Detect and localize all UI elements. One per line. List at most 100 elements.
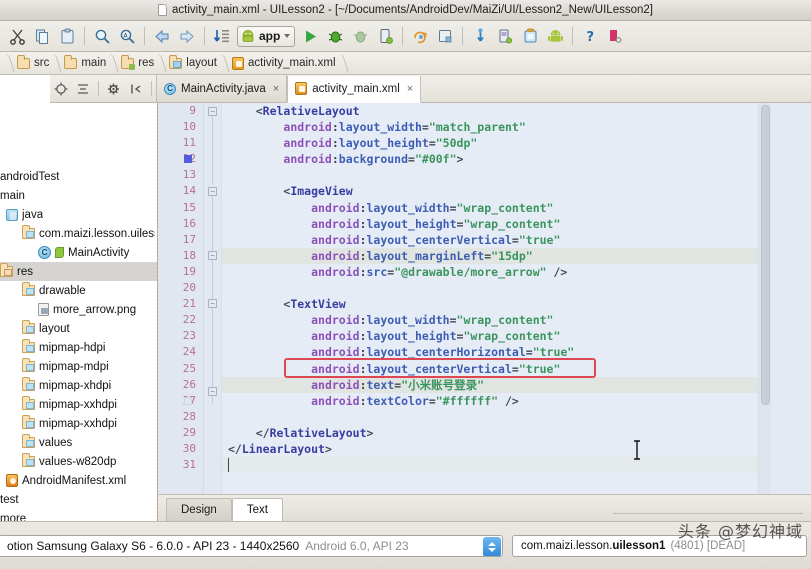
toolbar-separator [84, 27, 85, 45]
breakpoint-marker[interactable] [184, 155, 192, 164]
code-line[interactable]: android:layout_width="wrap_content" [222, 312, 758, 328]
tree-node-layout[interactable]: layout [0, 319, 157, 338]
code-line[interactable]: <ImageView [222, 183, 758, 199]
code-line[interactable]: android:layout_width="match_parent" [222, 119, 758, 135]
sync-button[interactable] [210, 24, 234, 48]
chevron-down-icon[interactable] [284, 34, 291, 38]
code-line[interactable] [222, 409, 758, 425]
editor-fold-bar[interactable]: − − − − − [204, 103, 222, 494]
code-line[interactable]: android:textColor="#ffffff" /> [222, 393, 758, 409]
code-line[interactable]: android:layout_marginLeft="15dp" [222, 247, 758, 264]
breadcrumb-item-main[interactable]: main [58, 52, 115, 74]
tab-text[interactable]: Text [231, 498, 283, 521]
breadcrumb-item-src[interactable]: src [11, 52, 58, 74]
code-line[interactable]: </RelativeLayout> [222, 425, 758, 441]
code-line[interactable]: android:background="#00f"> [222, 151, 758, 167]
fold-collapse-icon[interactable]: − [208, 251, 217, 260]
fold-collapse-icon[interactable]: − [208, 387, 217, 396]
tree-node-more[interactable]: more [0, 509, 157, 522]
layout-folder-icon [169, 54, 183, 69]
tab-mainactivity-java[interactable]: C MainActivity.java × [156, 75, 288, 102]
text-cursor-icon [634, 440, 640, 460]
code-line[interactable] [222, 457, 758, 474]
tree-node-values-w820dp[interactable]: values-w820dp [0, 452, 157, 471]
fold-collapse-icon[interactable]: − [208, 187, 217, 196]
gear-icon[interactable] [103, 78, 125, 100]
code-line[interactable]: <TextView [222, 296, 758, 312]
hide-panel-icon[interactable] [125, 78, 147, 100]
forward-button[interactable] [175, 24, 199, 48]
code-line[interactable]: android:layout_centerVertical="true" [222, 232, 758, 248]
back-button[interactable] [150, 24, 174, 48]
attach-debugger-button[interactable] [348, 24, 372, 48]
tree-node-main[interactable]: main [0, 186, 157, 205]
fold-collapse-icon[interactable]: − [208, 299, 217, 308]
breadcrumb-item-file[interactable]: activity_main.xml [226, 52, 345, 74]
tree-node-java[interactable]: java [0, 205, 157, 224]
code-line[interactable]: android:layout_height="50dp" [222, 135, 758, 151]
tree-node-values[interactable]: values [0, 433, 157, 452]
tree-node-mainactivity[interactable]: C MainActivity [0, 243, 157, 262]
collapse-icon[interactable] [72, 78, 94, 100]
code-line[interactable]: android:layout_centerHorizontal="true" [222, 344, 758, 360]
breakpoint-marker[interactable] [184, 396, 192, 405]
line-number: 15 [182, 200, 196, 214]
close-icon[interactable]: × [273, 83, 279, 95]
avd-manager-button[interactable] [433, 24, 457, 48]
code-line[interactable]: </LinearLayout> [222, 441, 758, 457]
tree-node-androidtest[interactable]: androidTest [0, 167, 157, 186]
breadcrumb-item-res[interactable]: res [115, 52, 163, 74]
tab-design[interactable]: Design [166, 498, 232, 521]
code-line[interactable]: android:layout_width="wrap_content" [222, 200, 758, 216]
code-line[interactable] [222, 167, 758, 183]
code-line[interactable]: android:src="@drawable/more_arrow" /> [222, 264, 758, 280]
toolbar-separator [144, 27, 145, 45]
code-line[interactable]: android:layout_centerVertical="true" [222, 361, 758, 377]
device-selector[interactable]: otion Samsung Galaxy S6 - 6.0.0 - API 23… [0, 535, 503, 557]
editor-scrollbar[interactable] [758, 103, 811, 494]
debug-button[interactable] [323, 24, 347, 48]
code-line[interactable]: <RelativeLayout [222, 103, 758, 119]
cut-button[interactable] [5, 24, 29, 48]
scrollbar-thumb[interactable] [761, 105, 770, 405]
tree-node-mipmap-xhdpi[interactable]: mipmap-xhdpi [0, 376, 157, 395]
run-configuration-selector[interactable]: app [237, 25, 296, 47]
close-icon[interactable]: × [407, 83, 413, 95]
crosshair-icon[interactable] [50, 78, 72, 100]
copy-button[interactable] [30, 24, 54, 48]
tree-node-test[interactable]: test [0, 490, 157, 509]
code-line[interactable]: android:layout_height="wrap_content" [222, 216, 758, 232]
tree-node-mipmap-xxhdpi[interactable]: mipmap-xxhdpi [0, 414, 157, 433]
replace-button[interactable]: A [115, 24, 139, 48]
device-monitor-button[interactable] [518, 24, 542, 48]
tree-node-com-maizi-lesson-uiless[interactable]: com.maizi.lesson.uiless [0, 224, 157, 243]
tree-node-res[interactable]: res [0, 262, 157, 281]
tab-activity-main-xml[interactable]: activity_main.xml × [287, 75, 422, 103]
paste-button[interactable] [55, 24, 79, 48]
code-line[interactable]: android:text="小米账号登录" [222, 376, 758, 393]
chevron-updown-icon[interactable] [483, 537, 501, 556]
code-editor[interactable]: 9 10 111213 14 15 16 17 18 19 20 21 22 23 24 25 26 2728 2… [158, 103, 811, 494]
tree-node-androidmanifest-xml[interactable]: AndroidManifest.xml [0, 471, 157, 490]
run-button[interactable] [298, 24, 322, 48]
code-text-area[interactable]: <RelativeLayout android:layout_width="ma… [222, 103, 758, 494]
breadcrumb-item-layout[interactable]: layout [163, 52, 226, 74]
tree-node-drawable[interactable]: drawable [0, 281, 157, 300]
tree-node-mipmap-mdpi[interactable]: mipmap-mdpi [0, 357, 157, 376]
find-button[interactable] [90, 24, 114, 48]
android-button[interactable] [543, 24, 567, 48]
tree-node-more-arrow-png[interactable]: more_arrow.png [0, 300, 157, 319]
search-everywhere-button[interactable] [603, 24, 627, 48]
editor-gutter[interactable]: 9 10 111213 14 15 16 17 18 19 20 21 22 23 24 25 26 2728 2… [158, 103, 204, 494]
sdk-manager-button[interactable] [493, 24, 517, 48]
code-line[interactable]: android:layout_height="wrap_content" [222, 328, 758, 344]
breadcrumb-item-project[interactable] [0, 52, 11, 74]
instant-run-button[interactable] [373, 24, 397, 48]
tree-node-mipmap-hdpi[interactable]: mipmap-hdpi [0, 338, 157, 357]
layout-inspector-button[interactable] [468, 24, 492, 48]
tree-node-mipmap-xxhdpi[interactable]: mipmap-xxhdpi [0, 395, 157, 414]
sync-gradle-button[interactable] [408, 24, 432, 48]
fold-collapse-icon[interactable]: − [208, 107, 217, 116]
help-button[interactable]: ? [578, 24, 602, 48]
code-line[interactable] [222, 280, 758, 296]
